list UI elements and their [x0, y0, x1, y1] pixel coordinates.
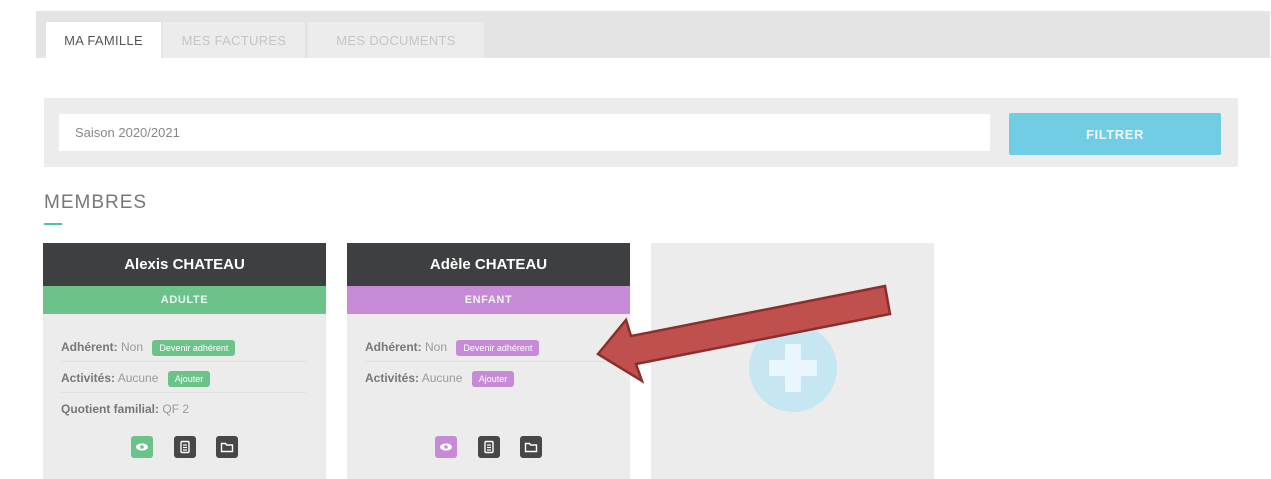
annotation-arrow-shape	[596, 284, 892, 384]
annotation-arrow	[596, 284, 892, 384]
